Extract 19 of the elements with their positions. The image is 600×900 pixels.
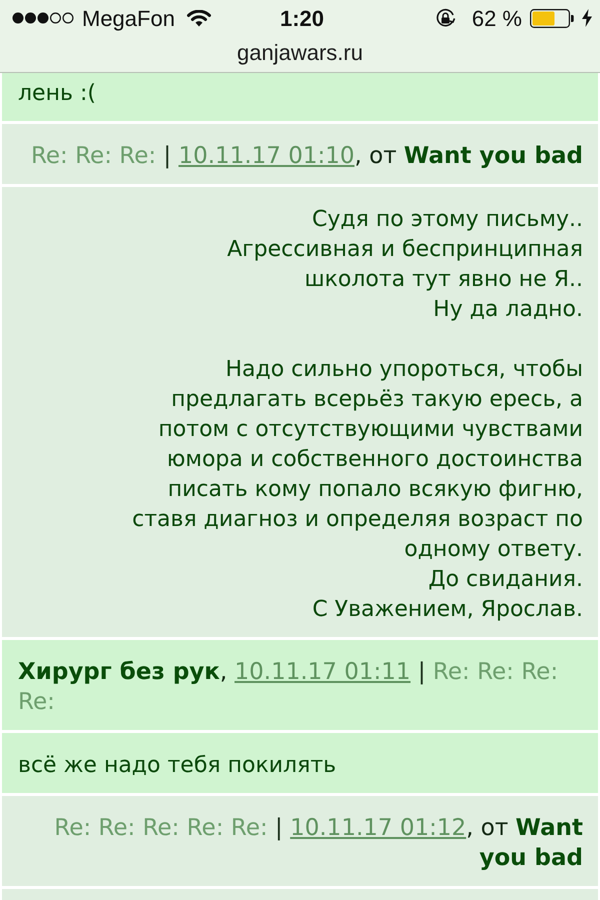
wifi-icon bbox=[186, 10, 211, 26]
clock-time: 1:20 bbox=[280, 4, 324, 32]
battery-icon bbox=[530, 8, 574, 28]
carrier-name: MegaFon bbox=[82, 4, 175, 33]
message-text: Судя по этому письму.. Агрессивная и беспринципная школота тут явно не Я.. Ну да ладно. bbox=[227, 206, 583, 324]
date-link[interactable]: 10.11.17 01:10 bbox=[178, 143, 354, 169]
message-text: Надо сильно упороться, чтобы предлагать всерьёз такую ересь, а потом с отсутствующими чувствами юмора и собственного достоинства писать кому попало всякую фигню, ставя диагноз и определяя возраст по одному ответу. До свидания. С Уважением, Ярослав. bbox=[132, 356, 583, 624]
message-text: лень :( bbox=[18, 80, 96, 108]
charging-bolt-icon bbox=[582, 9, 592, 27]
url-text[interactable]: ganjawars.ru bbox=[237, 36, 363, 68]
date-link[interactable]: 10.11.17 01:12 bbox=[290, 814, 466, 840]
battery-percent: 62 % bbox=[472, 4, 522, 32]
message-header-text: Re: Re: Re: | 10.11.17 01:10, от Want you bad bbox=[30, 143, 583, 169]
message-header-text: Хирург без рук, 10.11.17 01:11 | Re: Re: Re: Re: bbox=[18, 658, 558, 715]
date-link[interactable]: 10.11.17 01:11 bbox=[234, 658, 411, 684]
signal-icon bbox=[12, 12, 74, 24]
message-text: всё же надо тебя покилять bbox=[18, 752, 336, 780]
rotation-lock-icon bbox=[434, 8, 456, 28]
message-header-text: Re: Re: Re: Re: Re: | 10.11.17 01:12, от Want you bad bbox=[54, 814, 583, 871]
